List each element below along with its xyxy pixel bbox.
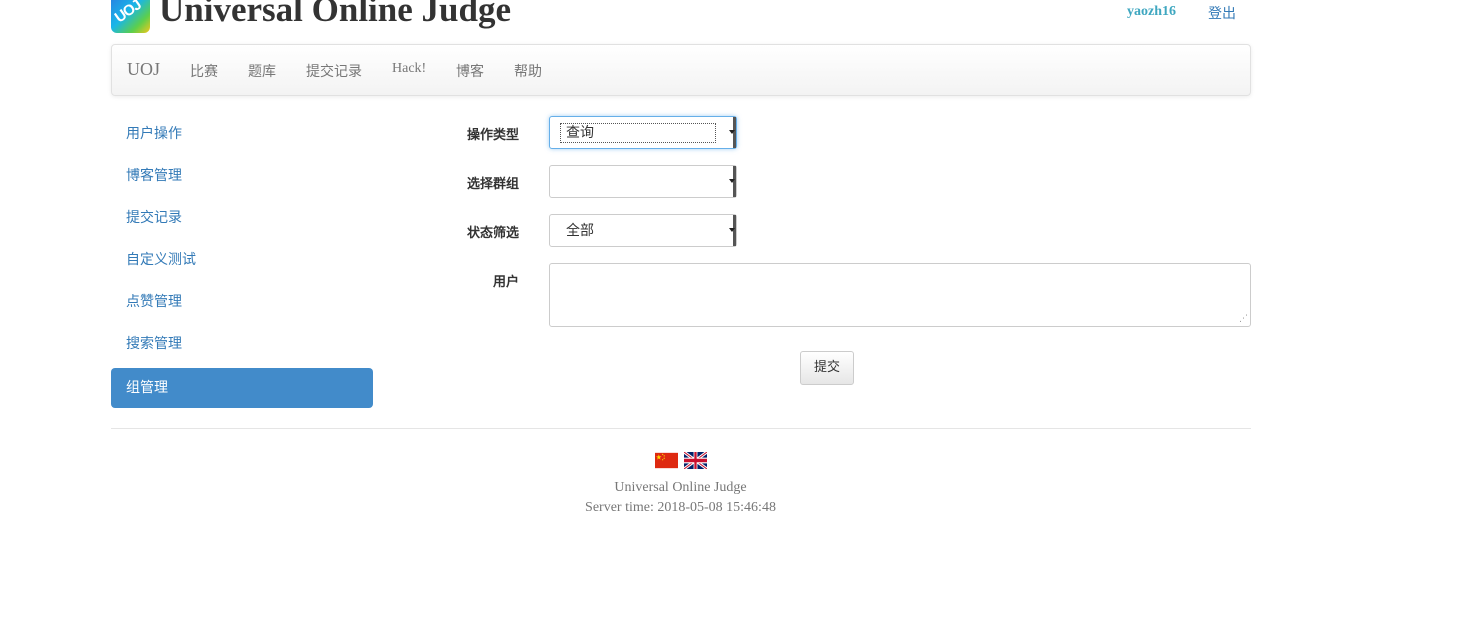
logout-link[interactable]: 登出 bbox=[1208, 3, 1236, 23]
submit-button[interactable]: 提交 bbox=[800, 351, 854, 385]
nav-help[interactable]: 帮助 bbox=[514, 61, 542, 81]
navbar-brand[interactable]: UOJ bbox=[127, 59, 160, 80]
main-navbar: UOJ 比赛 题库 提交记录 Hack! 博客 帮助 bbox=[111, 44, 1251, 96]
sidebar-item-custom-test[interactable]: 自定义测试 bbox=[111, 240, 373, 280]
sidebar-item-group-management[interactable]: 组管理 bbox=[111, 368, 373, 408]
uk-flag-icon[interactable] bbox=[684, 452, 707, 469]
status-filter-select[interactable]: 全部 bbox=[549, 214, 737, 247]
sidebar-item-user-operations[interactable]: 用户操作 bbox=[111, 114, 373, 154]
nav-submissions[interactable]: 提交记录 bbox=[306, 61, 362, 81]
operation-type-label: 操作类型 bbox=[466, 128, 519, 143]
sidebar-item-blog-management[interactable]: 博客管理 bbox=[111, 156, 373, 196]
footer-divider bbox=[111, 428, 1251, 429]
chevron-down-icon bbox=[729, 117, 736, 148]
nav-hacks[interactable]: Hack! bbox=[392, 61, 426, 77]
operation-type-value: 查询 bbox=[566, 125, 594, 141]
group-label: 选择群组 bbox=[466, 177, 519, 192]
sidebar-item-search-management[interactable]: 搜索管理 bbox=[111, 324, 373, 364]
user-label: 用户 bbox=[492, 275, 519, 290]
footer-server-time: Server time: 2018-05-08 15:46:48 bbox=[585, 500, 776, 515]
status-filter-value: 全部 bbox=[566, 223, 594, 239]
status-filter-label: 状态筛选 bbox=[466, 226, 519, 241]
nav-contests[interactable]: 比赛 bbox=[190, 61, 218, 81]
sidebar-item-submissions[interactable]: 提交记录 bbox=[111, 198, 373, 238]
chevron-down-icon bbox=[729, 215, 736, 246]
resize-grip-icon[interactable]: ⋰ bbox=[1239, 315, 1248, 324]
site-header: UOJ Universal Online Judge yaozh16 登出 bbox=[111, 0, 1251, 36]
username-link[interactable]: yaozh16 bbox=[1127, 4, 1176, 20]
group-select[interactable] bbox=[549, 165, 737, 198]
chevron-down-icon bbox=[729, 166, 736, 197]
footer-site-name: Universal Online Judge bbox=[614, 480, 747, 495]
user-textarea[interactable]: ⋰ bbox=[549, 263, 1251, 327]
sidebar-item-likes-management[interactable]: 点赞管理 bbox=[111, 282, 373, 322]
operation-type-select[interactable]: 查询 bbox=[549, 116, 737, 149]
uoj-logo-icon[interactable]: UOJ bbox=[111, 0, 150, 33]
nav-blogs[interactable]: 博客 bbox=[456, 61, 484, 81]
nav-problems[interactable]: 题库 bbox=[248, 61, 276, 81]
china-flag-icon[interactable] bbox=[655, 452, 678, 469]
site-title[interactable]: Universal Online Judge bbox=[159, 0, 511, 30]
